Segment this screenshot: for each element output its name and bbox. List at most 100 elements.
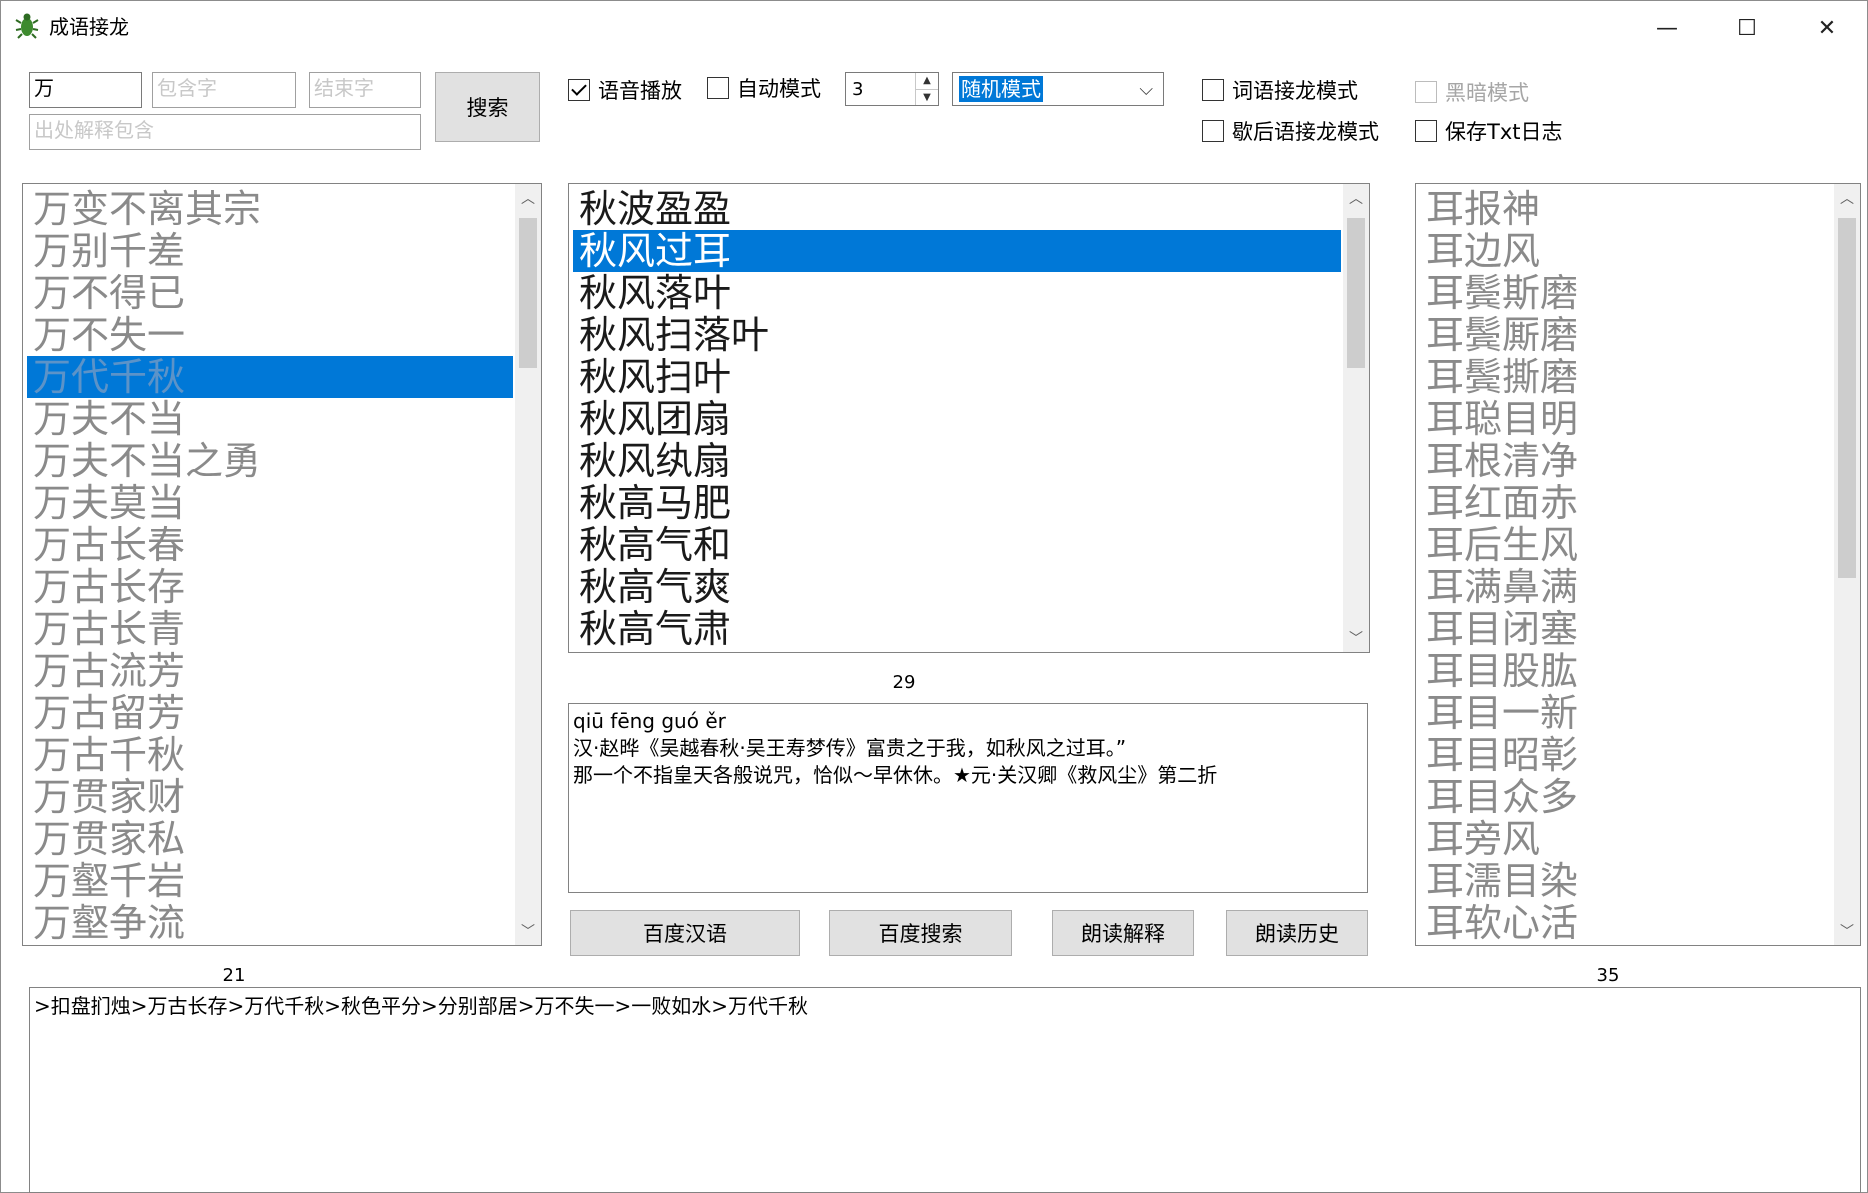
list-item[interactable]: 耳软心活	[1420, 902, 1832, 943]
maximize-button[interactable]: ☐	[1707, 1, 1787, 55]
scroll-down-icon[interactable]: ﹀	[515, 917, 541, 945]
explanation-text[interactable]: qiū fēng guó ěr 汉·赵晔《吴越春秋·吴王寿梦传》富贵之于我，如秋…	[568, 703, 1368, 893]
scroll-thumb[interactable]	[1838, 218, 1856, 578]
list-item[interactable]: 耳濡目染	[1420, 860, 1832, 902]
list-item[interactable]: 秋风扫叶	[573, 356, 1341, 398]
scroll-thumb[interactable]	[1347, 218, 1365, 368]
list-item[interactable]: 万古留芳	[27, 692, 513, 734]
list-item[interactable]: 秋高气肃	[573, 608, 1341, 650]
list-item[interactable]: 秋高气和	[573, 524, 1341, 566]
list-item[interactable]: 万代千秋	[27, 356, 513, 398]
list-item[interactable]: 秋高马肥	[573, 482, 1341, 524]
list-item[interactable]: 耳鬓撕磨	[1420, 356, 1832, 398]
dark-mode-checkbox: 黑暗模式	[1415, 77, 1529, 107]
left-list-scrollbar[interactable]: ︿ ﹀	[515, 184, 541, 945]
scroll-thumb[interactable]	[519, 218, 537, 368]
list-item[interactable]: 万壑千岩	[27, 860, 513, 902]
right-list-scrollbar[interactable]: ︿ ﹀	[1834, 184, 1860, 945]
list-item[interactable]: 耳满鼻满	[1420, 566, 1832, 608]
list-item[interactable]: 万古长春	[27, 524, 513, 566]
contains-char-input[interactable]: 包含字	[152, 72, 296, 108]
list-item[interactable]: 万古千秋	[27, 734, 513, 776]
list-item[interactable]: 万贯家私	[27, 818, 513, 860]
spin-up-icon[interactable]: ▲	[916, 73, 938, 90]
list-item[interactable]: 万古长青	[27, 608, 513, 650]
list-item[interactable]: 万别千差	[27, 230, 513, 272]
middle-list-scrollbar[interactable]: ︿ ﹀	[1343, 184, 1369, 652]
list-item[interactable]: 万古长存	[27, 566, 513, 608]
list-item[interactable]: 万壑争流	[27, 902, 513, 943]
auto-mode-checkbox[interactable]: 自动模式	[707, 73, 821, 103]
close-button[interactable]: ✕	[1787, 1, 1867, 55]
spin-down-icon[interactable]: ▼	[916, 90, 938, 106]
list-item[interactable]: 秋风过耳	[573, 230, 1341, 272]
left-list-count: 21	[222, 965, 246, 986]
list-item[interactable]: 万夫莫当	[27, 482, 513, 524]
title-bar: 成语接龙 — ☐ ✕	[1, 1, 1867, 53]
list-item[interactable]: 耳鬓厮磨	[1420, 314, 1832, 356]
scroll-down-icon[interactable]: ﹀	[1343, 624, 1369, 652]
save-txt-log-checkbox[interactable]: 保存Txt日志	[1415, 116, 1563, 146]
list-item[interactable]: 万夫不当	[27, 398, 513, 440]
right-list-items: 耳报神 耳边风 耳鬓斯磨 耳鬓厮磨 耳鬓撕磨 耳聪目明 耳根清净 耳红面赤 耳后生风 耳满鼻满 耳目…	[1420, 188, 1832, 943]
auto-count-value: 3	[852, 78, 864, 100]
list-item[interactable]: 耳旁风	[1420, 818, 1832, 860]
right-idiom-list[interactable]: 耳报神 耳边风 耳鬓斯磨 耳鬓厮磨 耳鬓撕磨 耳聪目明 耳根清净 耳红面赤 耳后生风 耳满鼻满 耳目…	[1415, 183, 1861, 946]
list-item[interactable]: 秋风纨扇	[573, 440, 1341, 482]
app-bug-icon	[15, 13, 39, 39]
auto-count-spinner[interactable]: 3 ▲ ▼	[845, 72, 939, 106]
list-item[interactable]: 万古流芳	[27, 650, 513, 692]
list-item[interactable]: 耳鬓斯磨	[1420, 272, 1832, 314]
xiehouyu-mode-label: 歇后语接龙模式	[1232, 120, 1379, 144]
list-item[interactable]: 耳边风	[1420, 230, 1832, 272]
scroll-up-icon[interactable]: ︿	[1834, 184, 1860, 212]
dark-mode-check-icon	[1415, 81, 1437, 103]
right-list-count: 35	[1596, 965, 1620, 986]
list-item[interactable]: 秋风团扇	[573, 398, 1341, 440]
word-chain-mode-checkbox[interactable]: 词语接龙模式	[1202, 75, 1358, 105]
end-char-input[interactable]: 结束字	[309, 72, 421, 108]
minimize-button[interactable]: —	[1627, 1, 1707, 55]
list-item[interactable]: 秋波盈盈	[573, 188, 1341, 230]
source-explanation-input[interactable]: 出处解释包含	[29, 114, 421, 150]
chain-history-text[interactable]: >扣盘扪烛>万古长存>万代千秋>秋色平分>分别部居>万不失一>一败如水>万代千秋	[29, 987, 1861, 1193]
scroll-up-icon[interactable]: ︿	[1343, 184, 1369, 212]
voice-play-checkbox[interactable]: 语音播放	[568, 75, 682, 105]
read-history-button[interactable]: 朗读历史	[1226, 910, 1368, 956]
baidu-search-button[interactable]: 百度搜索	[829, 910, 1012, 956]
list-item[interactable]: 耳目闭塞	[1420, 608, 1832, 650]
read-explanation-button[interactable]: 朗读解释	[1052, 910, 1194, 956]
list-item[interactable]: 万夫不当之勇	[27, 440, 513, 482]
scroll-up-icon[interactable]: ︿	[515, 184, 541, 212]
list-item[interactable]: 耳后生风	[1420, 524, 1832, 566]
list-item[interactable]: 秋风落叶	[573, 272, 1341, 314]
list-item[interactable]: 万贯家财	[27, 776, 513, 818]
voice-play-label: 语音播放	[598, 79, 682, 103]
list-item[interactable]: 万不失一	[27, 314, 513, 356]
list-item[interactable]: 耳红面赤	[1420, 482, 1832, 524]
list-item[interactable]: 耳目一新	[1420, 692, 1832, 734]
list-item[interactable]: 秋风扫落叶	[573, 314, 1341, 356]
mode-select-value: 随机模式	[959, 76, 1043, 102]
mode-select[interactable]: 随机模式 ⌵	[952, 72, 1164, 106]
list-item[interactable]: 耳目股肱	[1420, 650, 1832, 692]
list-item[interactable]: 耳目众多	[1420, 776, 1832, 818]
list-item[interactable]: 秋高气爽	[573, 566, 1341, 608]
chevron-down-icon: ⌵	[1139, 78, 1153, 100]
list-item[interactable]: 耳目昭彰	[1420, 734, 1832, 776]
list-item[interactable]: 万变不离其宗	[27, 188, 513, 230]
middle-idiom-list[interactable]: 秋波盈盈 秋风过耳 秋风落叶 秋风扫落叶 秋风扫叶 秋风团扇 秋风纨扇 秋高马肥 秋高气和 秋高气…	[568, 183, 1370, 653]
left-idiom-list[interactable]: 万变不离其宗 万别千差 万不得已 万不失一 万代千秋 万夫不当 万夫不当之勇 万夫莫当 万古长春…	[22, 183, 542, 946]
word-chain-mode-label: 词语接龙模式	[1232, 79, 1358, 103]
list-item[interactable]: 耳聪目明	[1420, 398, 1832, 440]
xiehouyu-check-icon	[1202, 120, 1224, 142]
baidu-hanyu-button[interactable]: 百度汉语	[570, 910, 800, 956]
start-char-input[interactable]: 万	[29, 72, 142, 108]
list-item[interactable]: 耳报神	[1420, 188, 1832, 230]
list-item[interactable]: 万不得已	[27, 272, 513, 314]
xiehouyu-mode-checkbox[interactable]: 歇后语接龙模式	[1202, 116, 1379, 146]
close-icon: ✕	[1817, 15, 1837, 41]
scroll-down-icon[interactable]: ﹀	[1834, 917, 1860, 945]
search-button[interactable]: 搜索	[435, 72, 540, 142]
list-item[interactable]: 耳根清净	[1420, 440, 1832, 482]
